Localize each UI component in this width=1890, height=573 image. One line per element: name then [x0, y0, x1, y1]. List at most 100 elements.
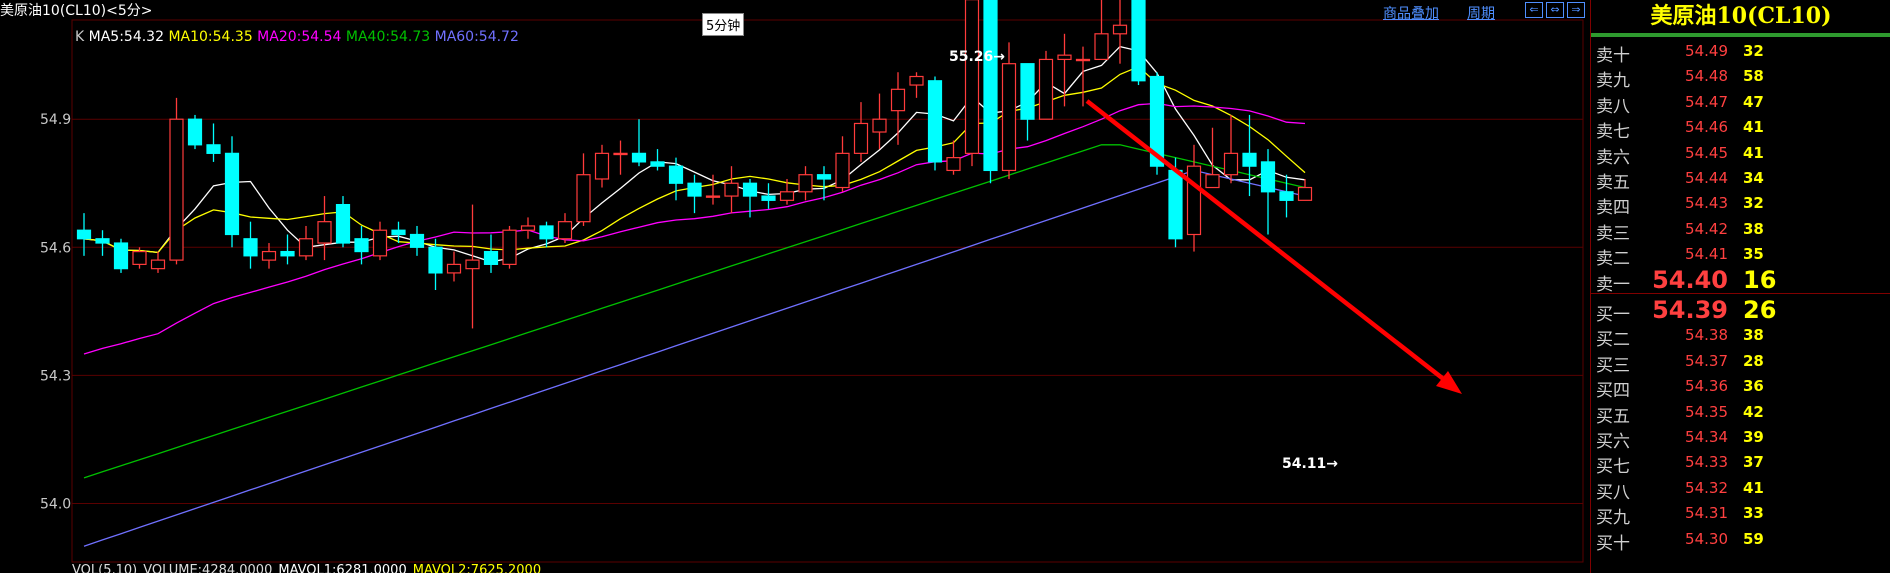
- candle-up[interactable]: [150, 251, 166, 273]
- bid-row[interactable]: 买五 54.35 42: [1591, 398, 1890, 427]
- ask-row[interactable]: 卖一 54.40 16: [1591, 266, 1890, 295]
- candle-up[interactable]: [465, 204, 480, 329]
- candle-body: [1020, 63, 1035, 120]
- candle-up[interactable]: [1112, 0, 1128, 64]
- overlay-product-link[interactable]: 商品叠加: [1383, 3, 1439, 23]
- candle-up[interactable]: [1057, 33, 1072, 107]
- candle-down[interactable]: [983, 0, 998, 184]
- ask-row[interactable]: 卖三 54.42 38: [1591, 215, 1890, 244]
- candle-down[interactable]: [631, 119, 647, 167]
- period-badge[interactable]: 5分钟: [702, 13, 745, 36]
- candle-up[interactable]: [724, 166, 739, 214]
- candle-up[interactable]: [1297, 178, 1313, 201]
- candle-body: [872, 118, 887, 133]
- candle-body: [1279, 191, 1294, 201]
- candle-up[interactable]: [798, 166, 813, 201]
- candle-up[interactable]: [594, 144, 610, 188]
- candle-body: [779, 191, 795, 201]
- ask-row[interactable]: 卖五 54.44 34: [1591, 164, 1890, 193]
- candle-up[interactable]: [1094, 0, 1109, 61]
- candle-up[interactable]: [502, 225, 517, 269]
- bid-row[interactable]: 买三 54.37 28: [1591, 347, 1890, 376]
- candle-up[interactable]: [872, 93, 887, 150]
- candle-down[interactable]: [335, 196, 351, 248]
- bid-row[interactable]: 买六 54.34 39: [1591, 423, 1890, 452]
- volume-legend-item: VOLUME:4284.0000: [143, 563, 273, 573]
- candle-up[interactable]: [964, 0, 980, 167]
- candle-up[interactable]: [1223, 114, 1239, 184]
- arrow-right-icon[interactable]: ⇒: [1567, 2, 1585, 18]
- candle-down[interactable]: [206, 123, 221, 162]
- candle-up[interactable]: [909, 72, 924, 98]
- candle-down[interactable]: [1279, 174, 1294, 218]
- candle-up[interactable]: [557, 213, 573, 244]
- ask-row[interactable]: 卖十 54.49 32: [1591, 37, 1890, 66]
- bid-volume: 59: [1743, 529, 1764, 548]
- ask-row[interactable]: 卖九 54.48 58: [1591, 62, 1890, 91]
- ask-row[interactable]: 卖七 54.46 41: [1591, 113, 1890, 142]
- ask-row[interactable]: 卖四 54.43 32: [1591, 189, 1890, 218]
- candle-up[interactable]: [853, 102, 869, 162]
- candle-down[interactable]: [687, 174, 702, 214]
- candle-up[interactable]: [835, 136, 850, 192]
- arrow-both-icon[interactable]: ⇔: [1546, 2, 1564, 18]
- bid-row[interactable]: 买四 54.36 36: [1591, 372, 1890, 401]
- candle-up[interactable]: [372, 221, 388, 261]
- candle-up[interactable]: [317, 196, 332, 261]
- bid-row[interactable]: 买二 54.38 38: [1591, 321, 1890, 350]
- candle-up[interactable]: [890, 72, 906, 145]
- candle-up[interactable]: [520, 217, 536, 239]
- trend-arrow-line: [1085, 99, 1457, 390]
- bid-row[interactable]: 买八 54.32 41: [1591, 474, 1890, 503]
- bid-row[interactable]: 买九 54.31 33: [1591, 499, 1890, 528]
- candle-down[interactable]: [280, 234, 295, 265]
- ask-row[interactable]: 卖八 54.47 47: [1591, 88, 1890, 117]
- candle-up[interactable]: [298, 225, 314, 261]
- candle-down[interactable]: [243, 221, 258, 269]
- ma-legend-prefix: K: [75, 29, 89, 45]
- candle-body: [224, 152, 240, 236]
- candle-down[interactable]: [927, 76, 943, 171]
- candle-up[interactable]: [1038, 50, 1054, 120]
- ask-row[interactable]: 卖二 54.41 35: [1591, 240, 1890, 269]
- arrow-left-icon[interactable]: ⇐: [1525, 2, 1543, 18]
- candle-up[interactable]: [613, 140, 628, 175]
- candle-body: [261, 250, 277, 261]
- candle-body: [391, 229, 406, 236]
- candle-body: [520, 225, 536, 231]
- candle-body: [95, 238, 110, 244]
- candle-down[interactable]: [668, 157, 684, 201]
- bid-row[interactable]: 买十 54.30 59: [1591, 525, 1890, 554]
- bid-row[interactable]: 买七 54.33 37: [1591, 448, 1890, 477]
- candle-down[interactable]: [76, 213, 92, 256]
- candle-down[interactable]: [483, 234, 499, 273]
- candle-up[interactable]: [446, 251, 462, 282]
- candle-down[interactable]: [113, 238, 129, 273]
- period-link[interactable]: 周期: [1467, 3, 1495, 23]
- candle-down[interactable]: [354, 225, 369, 265]
- candle-down[interactable]: [95, 230, 110, 256]
- candle-down[interactable]: [539, 221, 554, 248]
- candle-body: [372, 229, 388, 257]
- ask-row[interactable]: 卖六 54.45 41: [1591, 139, 1890, 168]
- candle-down[interactable]: [1020, 63, 1035, 141]
- candle-up[interactable]: [576, 153, 591, 226]
- candle-down[interactable]: [409, 225, 425, 256]
- bid-price: 54.34: [1685, 428, 1728, 446]
- candle-down[interactable]: [816, 166, 832, 201]
- candle-up[interactable]: [946, 140, 961, 175]
- candle-body: [335, 204, 351, 244]
- candle-down[interactable]: [1131, 0, 1146, 86]
- candle-down[interactable]: [224, 136, 240, 248]
- candle-down[interactable]: [650, 149, 665, 171]
- candle-down[interactable]: [187, 114, 203, 150]
- candle-body: [557, 221, 573, 240]
- candle-body: [280, 250, 295, 257]
- candle-down[interactable]: [761, 183, 776, 209]
- candle-body: [428, 246, 443, 274]
- bid-row[interactable]: 买一 54.39 26: [1591, 296, 1890, 325]
- candle-up[interactable]: [169, 97, 184, 265]
- kline-chart-panel[interactable]: 55.254.954.654.354.055.26→54.11→K MA5:54…: [0, 0, 1590, 573]
- kline-chart[interactable]: 55.254.954.654.354.055.26→54.11→K MA5:54…: [0, 0, 1590, 573]
- candle-down[interactable]: [1260, 149, 1276, 235]
